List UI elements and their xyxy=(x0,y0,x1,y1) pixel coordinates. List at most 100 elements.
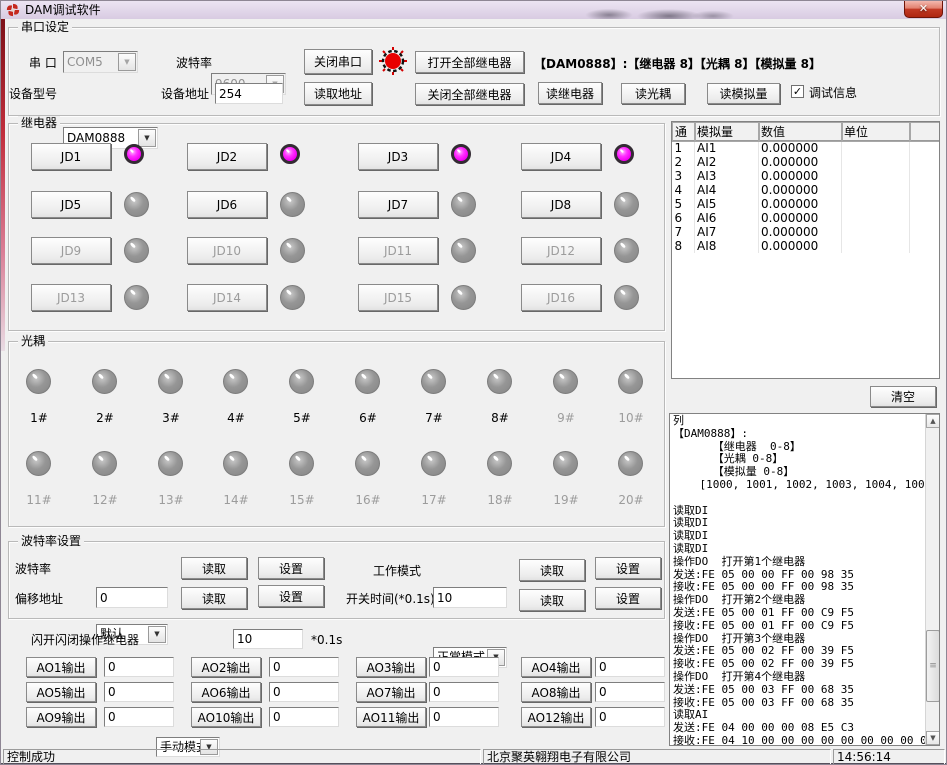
flash-relay-label: 闪开闪闭操作继电器 xyxy=(31,633,139,647)
chevron-down-icon[interactable]: ▼ xyxy=(148,626,166,643)
table-row: 7AI70.000000 xyxy=(673,225,940,239)
open-all-relays-button[interactable]: 打开全部继电器 xyxy=(415,51,524,73)
close-serial-button[interactable]: 关闭串口 xyxy=(304,49,372,74)
baud-set-button[interactable]: 设置 xyxy=(258,557,324,579)
ao12-output-button[interactable]: AO12输出 xyxy=(521,707,591,727)
flash-time-input[interactable] xyxy=(233,629,303,649)
col-analog[interactable]: 模拟量 xyxy=(695,123,759,141)
col-unit[interactable]: 单位 xyxy=(842,123,910,141)
ao8-value-input[interactable] xyxy=(595,682,665,702)
ao4-value-input[interactable] xyxy=(595,657,665,677)
opto-2-label: 2# xyxy=(85,411,125,425)
ao10-value-input[interactable] xyxy=(269,707,339,727)
ao6-value-input[interactable] xyxy=(269,682,339,702)
relay-jd1-indicator xyxy=(124,144,144,164)
ao2-value-input[interactable] xyxy=(269,657,339,677)
debug-info-checkbox[interactable]: ✓ xyxy=(791,85,804,98)
ao2-output-button[interactable]: AO2输出 xyxy=(191,657,261,677)
offset-address-input[interactable] xyxy=(96,587,168,608)
ao3-value-input[interactable] xyxy=(429,657,499,677)
relay-jd5-button[interactable]: JD5 xyxy=(31,191,111,218)
relay-jd8-indicator xyxy=(614,192,639,217)
opto-9-label: 9# xyxy=(546,411,586,425)
offset-read-button[interactable]: 读取 xyxy=(181,587,247,609)
device-address-input[interactable] xyxy=(215,83,283,104)
window-title: DAM调试软件 xyxy=(25,3,101,17)
relay-jd3-button[interactable]: JD3 xyxy=(358,143,438,170)
read-relays-button[interactable]: 读继电器 xyxy=(538,82,602,104)
relay-jd7-button[interactable]: JD7 xyxy=(358,191,438,218)
opto-2-indicator xyxy=(92,369,117,394)
chevron-down-icon: ▼ xyxy=(118,53,136,71)
ao8-output-button[interactable]: AO8输出 xyxy=(521,682,591,702)
read-analog-button[interactable]: 读模拟量 xyxy=(707,83,780,104)
log-panel[interactable]: 列 【DAM0888】: 【继电器 0-8】 【光耦 0-8】 【模拟量 0-8… xyxy=(669,413,940,746)
close-all-relays-button[interactable]: 关闭全部继电器 xyxy=(415,83,524,105)
ao6-output-button[interactable]: AO6输出 xyxy=(191,682,261,702)
ao12-value-input[interactable] xyxy=(595,707,665,727)
offset-set-button[interactable]: 设置 xyxy=(258,585,324,607)
relay-jd4-button[interactable]: JD4 xyxy=(521,143,601,170)
relay-jd13-indicator xyxy=(124,285,149,310)
col-extra[interactable] xyxy=(910,123,940,141)
col-value[interactable]: 数值 xyxy=(759,123,842,141)
log-scrollbar[interactable]: ▲ ≡ ▼ xyxy=(925,414,939,745)
switch-read-button[interactable]: 读取 xyxy=(519,589,585,611)
read-address-button[interactable]: 读取地址 xyxy=(304,82,372,105)
ao4-output-button[interactable]: AO4输出 xyxy=(521,657,591,677)
switch-set-button[interactable]: 设置 xyxy=(595,587,661,609)
workmode-set-button[interactable]: 设置 xyxy=(595,557,661,579)
relay-jd12-button: JD12 xyxy=(521,237,601,264)
read-opto-button[interactable]: 读光耦 xyxy=(621,83,685,104)
app-logo-icon xyxy=(6,3,20,17)
relay-jd1-button[interactable]: JD1 xyxy=(31,143,111,170)
relay-jd14-button: JD14 xyxy=(187,284,267,311)
col-channel[interactable]: 通 xyxy=(673,123,695,141)
clear-log-button[interactable]: 清空 xyxy=(870,386,936,407)
device-summary: 【DAM0888】:【继电器 8】【光耦 8】【模拟量 8】 xyxy=(534,57,821,71)
close-icon[interactable]: ✕ xyxy=(904,1,943,18)
relay-jd15-indicator xyxy=(451,285,476,310)
debug-info-label: 调试信息 xyxy=(809,86,857,100)
ao5-value-input[interactable] xyxy=(104,682,174,702)
opto-11-label: 11# xyxy=(19,493,59,507)
opto-20-indicator xyxy=(618,451,643,476)
workmode-read-button[interactable]: 读取 xyxy=(519,559,585,581)
relay-jd2-indicator xyxy=(280,144,300,164)
relay-group-title: 继电器 xyxy=(18,116,60,131)
relay-jd10-button: JD10 xyxy=(187,237,267,264)
relay-jd5-indicator xyxy=(124,192,149,217)
opto-16-indicator xyxy=(355,451,380,476)
ao3-output-button[interactable]: AO3输出 xyxy=(356,657,426,677)
title-bar: DAM调试软件 xyxy=(1,1,947,19)
relay-jd6-button[interactable]: JD6 xyxy=(187,191,267,218)
ao11-value-input[interactable] xyxy=(429,707,499,727)
ao1-value-input[interactable] xyxy=(104,657,174,677)
relay-jd2-button[interactable]: JD2 xyxy=(187,143,267,170)
ao7-output-button[interactable]: AO7输出 xyxy=(356,682,426,702)
opto-12-indicator xyxy=(92,451,117,476)
opto-group-title: 光耦 xyxy=(18,334,48,349)
ao9-value-input[interactable] xyxy=(104,707,174,727)
scroll-up-icon[interactable]: ▲ xyxy=(926,414,940,428)
opto-13-label: 13# xyxy=(151,493,191,507)
ao7-value-input[interactable] xyxy=(429,682,499,702)
opto-14-label: 14# xyxy=(216,493,256,507)
ao10-output-button[interactable]: AO10输出 xyxy=(191,707,261,727)
ao5-output-button[interactable]: AO5输出 xyxy=(26,682,96,702)
opto-19-indicator xyxy=(553,451,578,476)
scrollbar-thumb[interactable]: ≡ xyxy=(926,630,940,702)
ao9-output-button[interactable]: AO9输出 xyxy=(26,707,96,727)
table-row: 3AI30.000000 xyxy=(673,169,940,183)
switch-time-input[interactable] xyxy=(433,587,507,608)
relay-jd8-button[interactable]: JD8 xyxy=(521,191,601,218)
ao1-output-button[interactable]: AO1输出 xyxy=(26,657,96,677)
opto-1-label: 1# xyxy=(19,411,59,425)
ao11-output-button[interactable]: AO11输出 xyxy=(356,707,426,727)
baudrate-set-label: 波特率 xyxy=(15,562,51,576)
scroll-down-icon[interactable]: ▼ xyxy=(926,731,940,745)
opto-9-indicator xyxy=(553,369,578,394)
opto-13-indicator xyxy=(158,451,183,476)
serial-port-label: 串 口 xyxy=(29,56,57,70)
baud-read-button[interactable]: 读取 xyxy=(181,557,247,579)
